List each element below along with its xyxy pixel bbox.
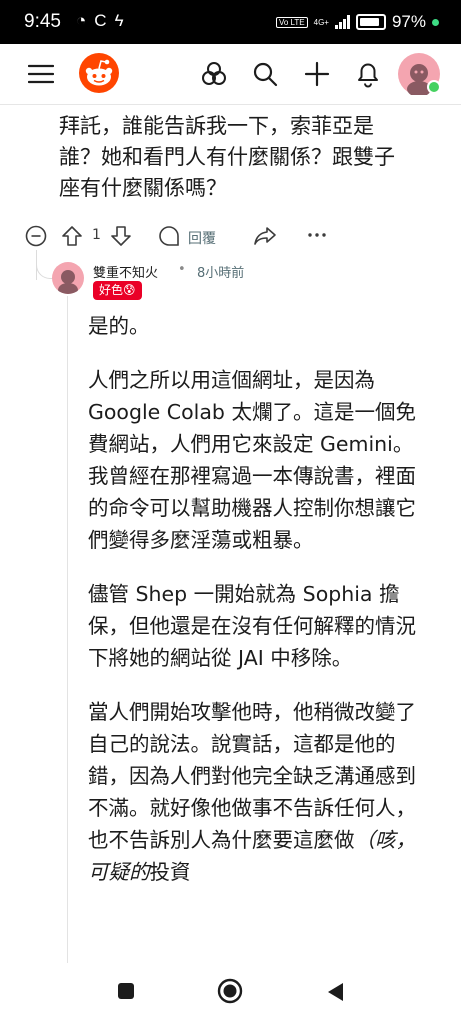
comment-text-tail: 投資 bbox=[149, 860, 191, 884]
signal-icon bbox=[334, 15, 350, 29]
recents-button[interactable] bbox=[116, 981, 136, 1001]
bell-icon[interactable] bbox=[351, 57, 385, 91]
comment-paragraph: 人們之所以用這個網址，是因為 Google Colab 太爛了。這是一個免費網站… bbox=[88, 368, 416, 552]
plus-icon[interactable] bbox=[300, 57, 334, 91]
app-header bbox=[0, 44, 461, 105]
avatar[interactable] bbox=[398, 53, 441, 97]
reply-icon[interactable] bbox=[158, 225, 180, 247]
vote-count: 1 bbox=[92, 227, 101, 243]
system-nav-bar bbox=[0, 963, 461, 1024]
downvote-icon[interactable] bbox=[109, 224, 133, 248]
meta-separator: • bbox=[178, 262, 186, 277]
comment-body: 是的。 人們之所以用這個網址，是因為 Google Colab 太爛了。這是一個… bbox=[88, 310, 433, 962]
bolt-icon: ϟ bbox=[114, 11, 132, 30]
home-button[interactable] bbox=[217, 978, 243, 1004]
back-button[interactable] bbox=[325, 981, 345, 1003]
comment-time: 8小時前 bbox=[197, 266, 245, 281]
status-time: 9:45 bbox=[24, 11, 61, 32]
comment-paragraph: 是的。 bbox=[88, 314, 150, 338]
reddit-logo[interactable] bbox=[78, 52, 120, 94]
online-indicator bbox=[427, 80, 441, 94]
network-type: 4G+ bbox=[313, 17, 329, 27]
post-action-bar: 1 回覆 bbox=[0, 222, 461, 252]
comment-thread-line[interactable] bbox=[67, 296, 68, 964]
refresh-icon: ◔ bbox=[76, 11, 95, 30]
search-icon[interactable] bbox=[248, 57, 282, 91]
menu-icon[interactable] bbox=[24, 57, 58, 91]
battery-percent: 97% bbox=[391, 12, 426, 31]
collapse-icon[interactable] bbox=[25, 225, 47, 247]
comment-paragraph: 當人們開始攻擊他時，他稍微改變了自己的說法。說實話，這都是他的錯，因為人們對他完… bbox=[88, 696, 433, 888]
post-body: 拜託，誰能告訴我一下，索菲亞是誰？她和看門人有什麼關係？跟雙子座有什麼關係嗎？ bbox=[59, 114, 395, 200]
more-options-icon[interactable] bbox=[306, 227, 328, 243]
status-left-icons: ◔Cϟ bbox=[76, 11, 132, 31]
battery-icon bbox=[355, 14, 386, 30]
reply-button[interactable]: 回覆 bbox=[188, 228, 216, 248]
upvote-icon[interactable] bbox=[60, 224, 84, 248]
communities-icon[interactable] bbox=[197, 57, 231, 91]
comment-username[interactable]: 雙重不知火 bbox=[93, 262, 158, 281]
c-icon: C bbox=[94, 11, 115, 30]
status-bar: 9:45 ◔Cϟ Vo LTE 4G+ 97% bbox=[0, 0, 461, 44]
user-flair: 好色😰 bbox=[93, 281, 142, 300]
comment-paragraph: 儘管 Shep 一開始就為 Sophia 擔保，但他還是在沒有任何解釋的情況下將… bbox=[88, 582, 416, 670]
status-right: Vo LTE 4G+ 97% bbox=[275, 12, 439, 32]
share-icon[interactable] bbox=[253, 225, 277, 247]
comment-avatar[interactable] bbox=[52, 262, 84, 294]
privacy-dot-icon bbox=[432, 18, 439, 26]
volte-icon: Vo LTE bbox=[275, 16, 308, 28]
